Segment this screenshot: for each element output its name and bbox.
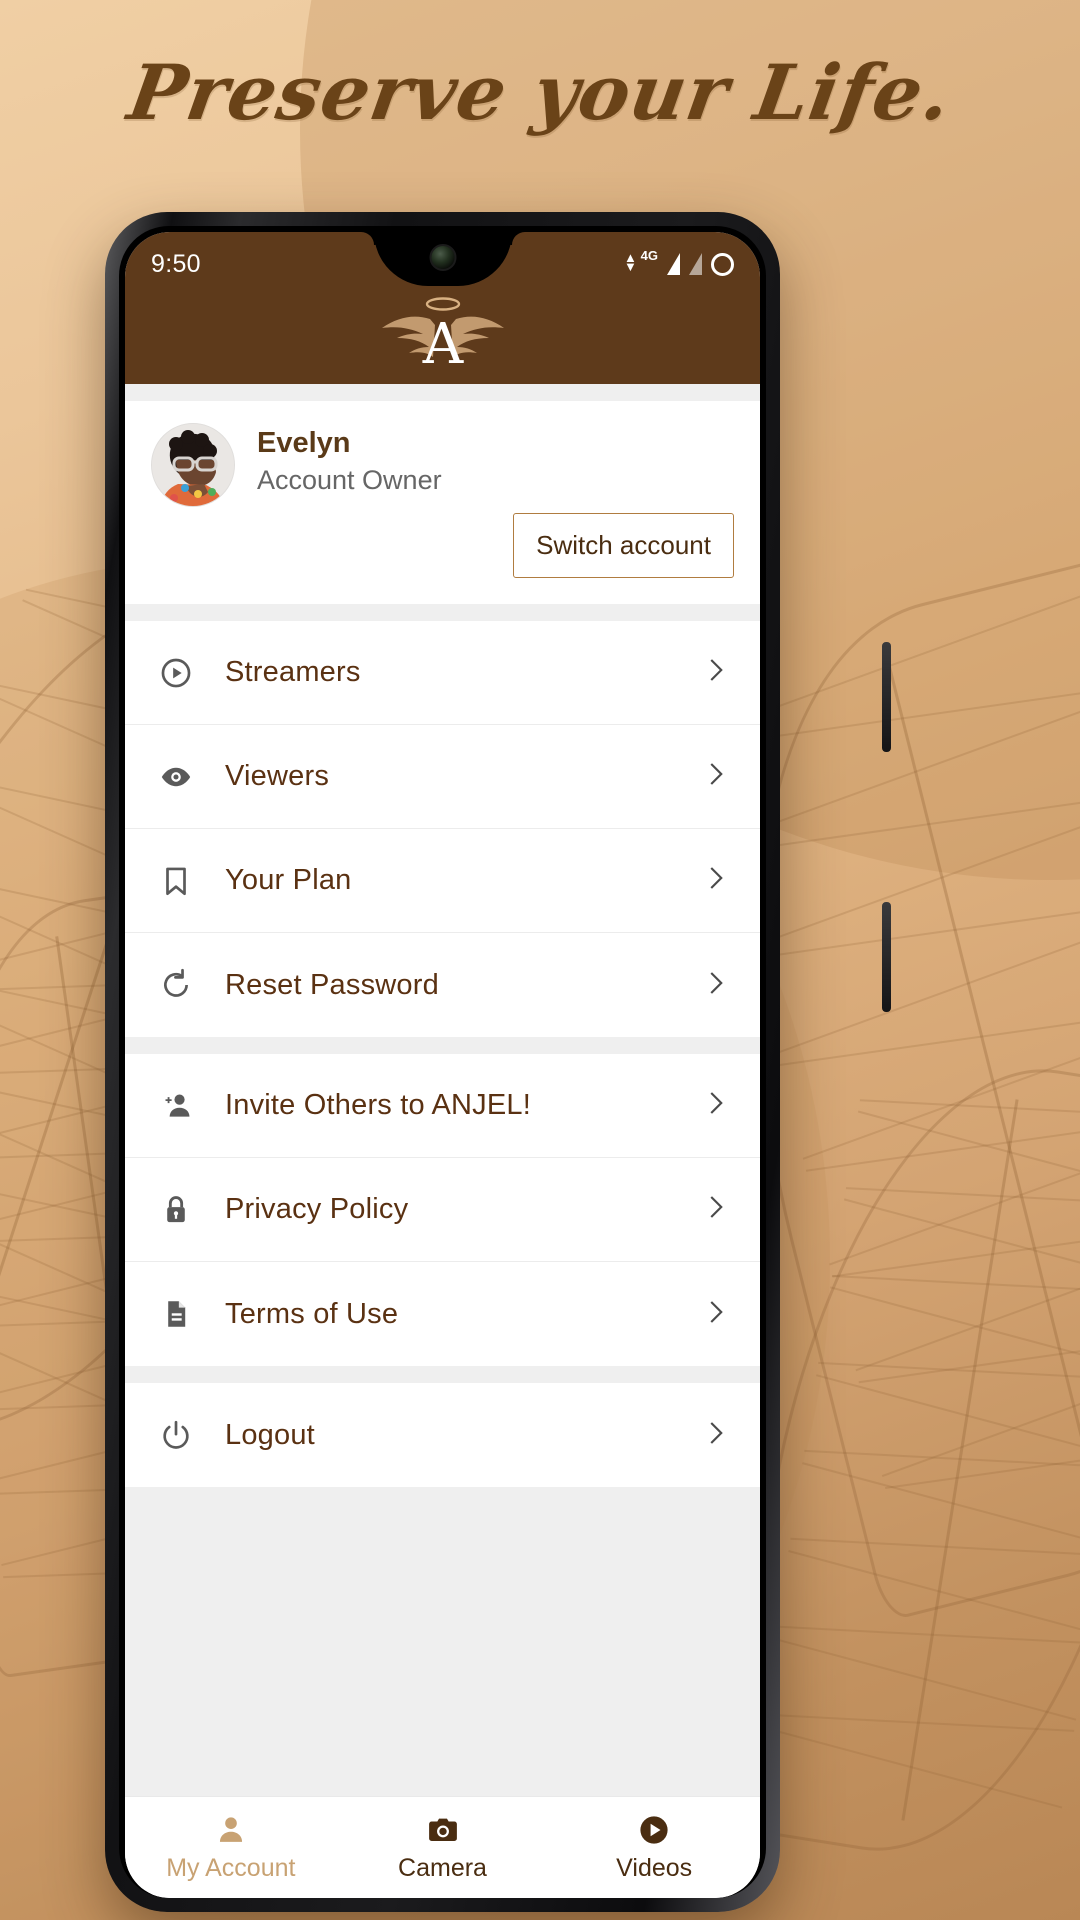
section-spacer bbox=[125, 1366, 760, 1383]
menu-item-privacy-policy[interactable]: Privacy Policy bbox=[125, 1158, 760, 1262]
camera-icon bbox=[426, 1812, 460, 1848]
menu-item-label: Viewers bbox=[225, 760, 330, 792]
menu-item-label: Reset Password bbox=[225, 968, 439, 1001]
eye-icon bbox=[159, 760, 211, 794]
section-spacer bbox=[125, 1037, 760, 1054]
person-icon bbox=[214, 1812, 248, 1848]
user-avatar-icon bbox=[152, 424, 234, 506]
poster-tagline: Preserve your Life. bbox=[122, 48, 958, 137]
status-icons: ▲ ▼ 4G bbox=[624, 248, 734, 277]
battery-icon bbox=[711, 252, 734, 276]
front-camera-icon bbox=[429, 244, 456, 271]
profile-role: Account Owner bbox=[257, 465, 442, 496]
chevron-right-icon bbox=[700, 1297, 730, 1332]
power-button bbox=[882, 642, 891, 752]
document-icon bbox=[159, 1297, 211, 1331]
chevron-right-icon bbox=[700, 759, 730, 794]
menu-item-logout[interactable]: Logout bbox=[125, 1383, 760, 1487]
bottom-navigation: My Account Camera Videos bbox=[125, 1796, 760, 1898]
menu-group-legal: Invite Others to ANJEL! Privacy Policy T… bbox=[125, 1054, 760, 1366]
nav-tab-label: My Account bbox=[166, 1854, 296, 1882]
chevron-right-icon bbox=[700, 968, 730, 1003]
chevron-right-icon bbox=[700, 1418, 730, 1453]
section-spacer bbox=[125, 604, 760, 621]
nav-tab-label: Camera bbox=[398, 1854, 487, 1882]
chevron-right-icon bbox=[700, 1192, 730, 1227]
refresh-icon bbox=[159, 968, 211, 1002]
menu-item-label: Invite Others to ANJEL! bbox=[225, 1089, 532, 1121]
phone-device: 9:50 ▲ ▼ 4G A Evelyn Account Owner Switc… bbox=[105, 212, 891, 1912]
avatar bbox=[151, 423, 235, 507]
menu-item-label: Streamers bbox=[225, 656, 361, 688]
nav-tab-camera[interactable]: Camera bbox=[337, 1812, 549, 1883]
power-icon bbox=[159, 1418, 211, 1452]
bookmark-icon bbox=[159, 864, 211, 898]
person-add-icon bbox=[159, 1089, 211, 1123]
assistant-button bbox=[882, 902, 891, 1012]
nav-tab-label: Videos bbox=[616, 1854, 693, 1882]
status-time: 9:50 bbox=[151, 249, 201, 278]
profile-name: Evelyn bbox=[257, 427, 351, 459]
switch-account-button[interactable]: Switch account bbox=[513, 513, 734, 578]
nav-tab-my-account[interactable]: My Account bbox=[125, 1812, 337, 1883]
chevron-right-icon bbox=[700, 863, 730, 898]
signal-bars-secondary-icon bbox=[689, 253, 702, 275]
phone-bezel: 9:50 ▲ ▼ 4G A Evelyn Account Owner Switc… bbox=[119, 226, 766, 1898]
svg-text:A: A bbox=[421, 312, 463, 369]
menu-item-invite-others[interactable]: Invite Others to ANJEL! bbox=[125, 1054, 760, 1158]
lock-icon bbox=[159, 1193, 211, 1227]
menu-item-label: Your Plan bbox=[225, 864, 352, 896]
app-logo: A bbox=[125, 280, 760, 384]
menu-group-session: Logout bbox=[125, 1383, 760, 1487]
signal-4g-icon: ▲ ▼ 4G bbox=[624, 248, 658, 274]
profile-section: Evelyn Account Owner Switch account bbox=[125, 401, 760, 604]
menu-item-label: Privacy Policy bbox=[225, 1193, 409, 1225]
menu-item-viewers[interactable]: Viewers bbox=[125, 725, 760, 829]
menu-item-terms-of-use[interactable]: Terms of Use bbox=[125, 1262, 760, 1366]
phone-screen: 9:50 ▲ ▼ 4G A Evelyn Account Owner Switc… bbox=[125, 232, 760, 1898]
app-content: Evelyn Account Owner Switch account Stre… bbox=[125, 384, 760, 1796]
menu-item-reset-password[interactable]: Reset Password bbox=[125, 933, 760, 1037]
poster-background: Preserve your Life. 9:50 ▲ ▼ 4G A Evelyn… bbox=[0, 0, 1080, 1920]
menu-group-account: Streamers Viewers Your Plan Reset Passwo… bbox=[125, 621, 760, 1037]
section-spacer bbox=[125, 384, 760, 401]
menu-item-label: Terms of Use bbox=[225, 1297, 399, 1330]
nav-tab-videos[interactable]: Videos bbox=[548, 1812, 760, 1883]
signal-bars-icon bbox=[667, 253, 680, 275]
play-circle-filled-icon bbox=[637, 1812, 671, 1848]
menu-item-your-plan[interactable]: Your Plan bbox=[125, 829, 760, 933]
winged-a-logo-icon: A bbox=[381, 297, 504, 369]
network-type-label: 4G bbox=[640, 248, 658, 263]
menu-item-streamers[interactable]: Streamers bbox=[125, 621, 760, 725]
chevron-right-icon bbox=[700, 1088, 730, 1123]
chevron-right-icon bbox=[700, 655, 730, 690]
play-circle-icon bbox=[159, 656, 211, 690]
menu-item-label: Logout bbox=[225, 1418, 315, 1451]
